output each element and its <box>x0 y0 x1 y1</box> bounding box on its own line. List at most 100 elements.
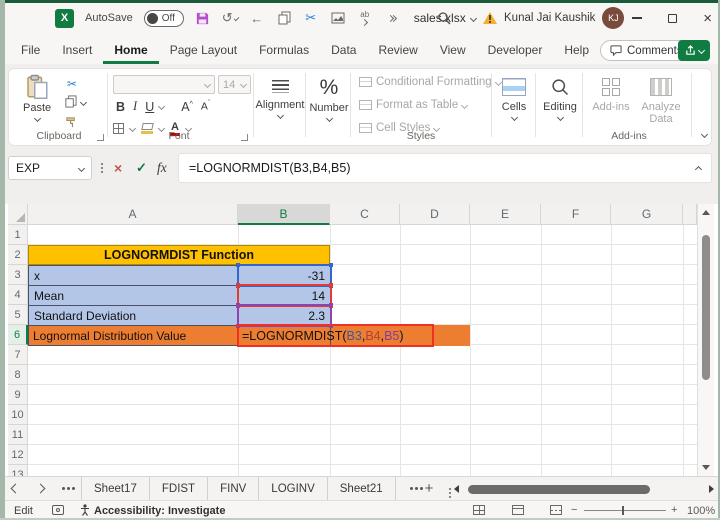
sheet-list-left-icon[interactable] <box>62 487 65 490</box>
cancel-icon[interactable]: × <box>114 160 122 176</box>
search-icon[interactable] <box>436 10 452 26</box>
normal-view-icon[interactable] <box>473 505 485 515</box>
tab-developer[interactable]: Developer <box>477 36 554 64</box>
decrease-font-icon[interactable]: Aˇ <box>198 100 213 113</box>
column-header-d[interactable]: D <box>400 204 470 225</box>
zoom-slider-knob[interactable] <box>622 506 624 515</box>
sheet-tab-sheet21[interactable]: Sheet21 <box>328 476 396 501</box>
row-header-3[interactable]: 3 <box>8 265 28 285</box>
row-header-13[interactable]: 13 <box>8 465 28 476</box>
column-header-g[interactable]: G <box>611 204 683 225</box>
cut-icon[interactable]: ✂ <box>303 10 319 26</box>
paste-button[interactable]: Paste <box>23 74 51 123</box>
tab-insert[interactable]: Insert <box>51 36 103 64</box>
sheet-tab-finv[interactable]: FINV <box>208 476 260 501</box>
name-box[interactable]: EXP <box>8 156 92 180</box>
tab-formulas[interactable]: Formulas <box>248 36 320 64</box>
add-sheet-icon[interactable]: + <box>425 480 434 497</box>
row-header-5[interactable]: 5 <box>8 305 28 325</box>
column-header-partial[interactable] <box>683 204 697 225</box>
maximize-icon[interactable] <box>668 13 678 23</box>
editing-button[interactable]: Editing <box>538 74 582 122</box>
column-header-c[interactable]: C <box>330 204 400 225</box>
row-header-4[interactable]: 4 <box>8 285 28 305</box>
cell-a6[interactable]: Lognormal Distribution Value <box>28 325 238 346</box>
bold-button[interactable]: B <box>113 100 128 114</box>
row-header-8[interactable]: 8 <box>8 365 28 385</box>
row-header-12[interactable]: 12 <box>8 445 28 465</box>
number-button[interactable]: % Number <box>308 74 350 123</box>
macro-record-icon[interactable] <box>52 505 64 515</box>
increase-font-icon[interactable]: A^ <box>178 100 196 114</box>
zoom-slider-track[interactable] <box>584 510 666 511</box>
tab-review[interactable]: Review <box>367 36 428 64</box>
formula-bar-expand-icon[interactable] <box>694 165 703 174</box>
tab-help[interactable]: Help <box>553 36 600 64</box>
row-header-9[interactable]: 9 <box>8 385 28 405</box>
zoom-in-icon[interactable]: + <box>671 504 677 516</box>
scroll-down-icon[interactable] <box>702 465 710 470</box>
sheet-tab-sheet17[interactable]: Sheet17 <box>81 476 150 501</box>
tab-file[interactable]: File <box>10 36 51 64</box>
accessibility-status[interactable]: Accessibility: Investigate <box>94 505 225 517</box>
row-header-6[interactable]: 6 <box>8 325 28 345</box>
avatar[interactable]: KJ <box>602 7 625 29</box>
page-break-view-icon[interactable] <box>550 505 562 515</box>
share-button[interactable] <box>678 40 710 61</box>
row-header-10[interactable]: 10 <box>8 405 28 425</box>
italic-button[interactable]: I <box>130 99 140 114</box>
enter-icon[interactable]: ✓ <box>136 160 147 176</box>
ribbon-collapse-icon[interactable] <box>700 130 709 139</box>
row-header-7[interactable]: 7 <box>8 345 28 365</box>
horizontal-scrollbar[interactable] <box>452 479 714 499</box>
sheet-list-right-icon[interactable] <box>409 487 413 490</box>
alignment-button[interactable]: Alignment <box>256 74 304 120</box>
zoom-out-icon[interactable]: − <box>571 504 577 516</box>
select-all-corner[interactable] <box>8 204 28 225</box>
vertical-scrollbar[interactable] <box>697 204 714 476</box>
formula-input[interactable]: =LOGNORMDIST(B3,B4,B5) <box>178 153 712 183</box>
cell-a5[interactable]: Standard Deviation <box>28 305 239 326</box>
font-size-select[interactable]: 14 <box>218 75 251 94</box>
close-icon[interactable]: × <box>703 11 712 26</box>
back-arrow-icon[interactable]: ← <box>249 10 265 26</box>
borders-dropdown-icon[interactable] <box>128 124 137 133</box>
page-layout-view-icon[interactable] <box>512 505 524 515</box>
insert-function-icon[interactable]: fx <box>157 160 167 176</box>
cell-a2-b2-title[interactable]: LOGNORMDIST Function <box>28 245 330 265</box>
mode-indicator[interactable]: Edit <box>14 505 33 517</box>
tab-view[interactable]: View <box>429 36 477 64</box>
cut-icon[interactable]: ✂ <box>67 77 77 91</box>
more-commands-icon[interactable] <box>384 10 400 26</box>
cell-a3[interactable]: x <box>28 265 239 286</box>
name-box-splitter-icon[interactable] <box>101 163 103 165</box>
translate-icon[interactable]: ab <box>357 10 373 27</box>
cell-a4[interactable]: Mean <box>28 285 239 306</box>
font-dialog-launcher-icon[interactable] <box>241 134 248 141</box>
row-header-2[interactable]: 2 <box>8 245 28 265</box>
minimize-icon[interactable] <box>632 17 643 19</box>
tab-page-layout[interactable]: Page Layout <box>159 36 248 64</box>
borders-icon[interactable] <box>113 123 124 134</box>
horizontal-scroll-thumb[interactable] <box>468 484 650 494</box>
sheet-tab-fdist[interactable]: FDIST <box>150 476 209 501</box>
row-header-1[interactable]: 1 <box>8 225 28 245</box>
vertical-scroll-thumb[interactable] <box>702 235 710 380</box>
column-header-a[interactable]: A <box>28 204 238 225</box>
autosave-toggle[interactable]: Off <box>143 9 184 27</box>
zoom-level[interactable]: 100% <box>687 505 715 517</box>
tab-data[interactable]: Data <box>320 36 367 64</box>
sheet-next-icon[interactable] <box>35 483 46 494</box>
underline-button[interactable]: U <box>142 100 157 114</box>
save-icon[interactable] <box>195 10 211 26</box>
underline-dropdown-icon[interactable] <box>158 102 166 111</box>
scroll-up-icon[interactable] <box>702 210 710 215</box>
scroll-right-icon[interactable] <box>709 485 714 493</box>
clipboard-dialog-launcher-icon[interactable] <box>97 134 104 141</box>
column-header-e[interactable]: E <box>470 204 541 225</box>
undo-icon[interactable]: ↺ <box>222 10 240 26</box>
row-header-11[interactable]: 11 <box>8 425 28 445</box>
sheet-tab-loginv[interactable]: LOGINV <box>259 476 328 501</box>
format-as-table-button[interactable]: Format as Table <box>359 99 469 111</box>
account-area[interactable]: Kunal Jai Kaushik KJ <box>483 0 625 36</box>
